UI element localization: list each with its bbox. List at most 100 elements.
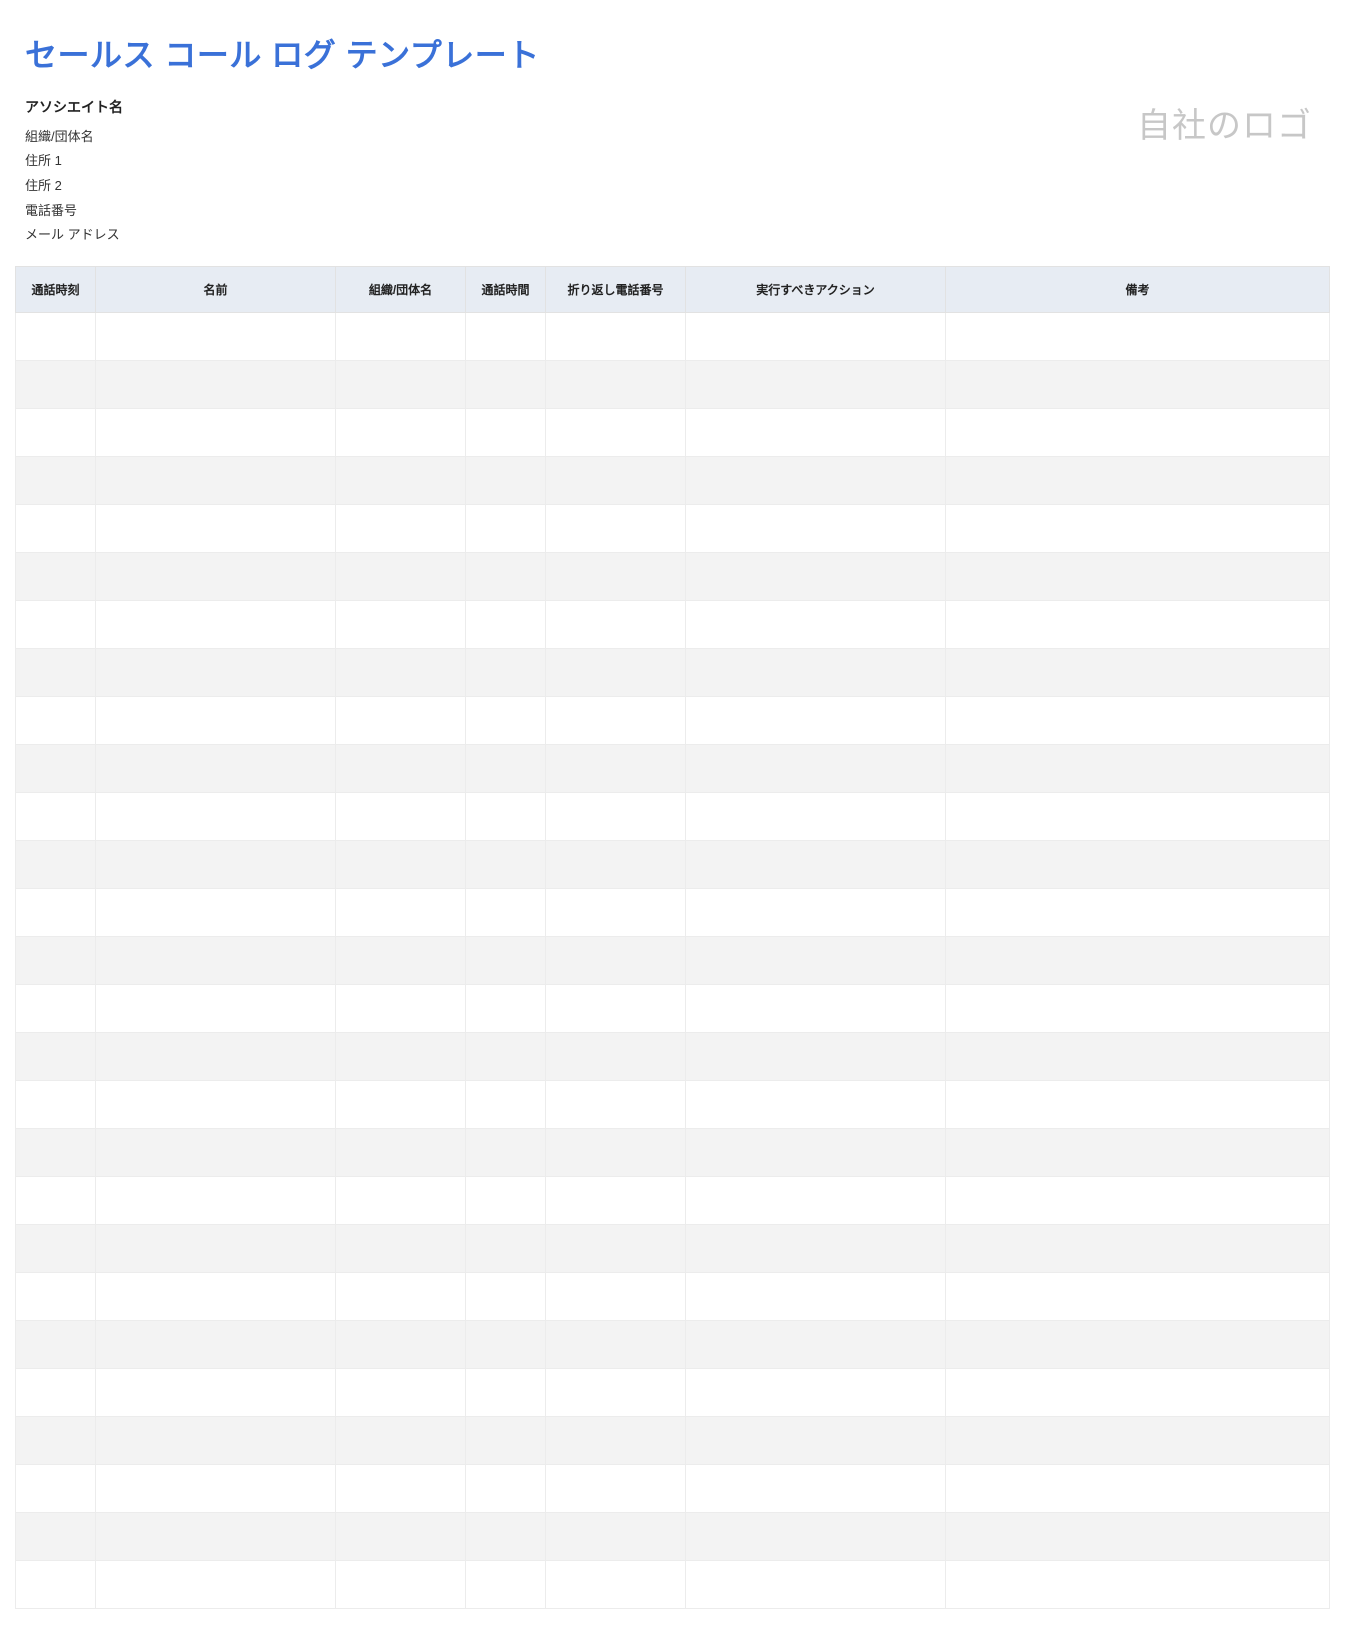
cell-notes[interactable] — [946, 1513, 1330, 1561]
cell-callback[interactable] — [546, 361, 686, 409]
cell-time[interactable] — [16, 1369, 96, 1417]
cell-callback[interactable] — [546, 937, 686, 985]
cell-time[interactable] — [16, 1033, 96, 1081]
cell-duration[interactable] — [466, 1273, 546, 1321]
cell-action[interactable] — [686, 1561, 946, 1609]
cell-time[interactable] — [16, 409, 96, 457]
cell-duration[interactable] — [466, 985, 546, 1033]
cell-action[interactable] — [686, 1273, 946, 1321]
cell-action[interactable] — [686, 601, 946, 649]
cell-org[interactable] — [336, 1225, 466, 1273]
cell-name[interactable] — [96, 889, 336, 937]
cell-notes[interactable] — [946, 457, 1330, 505]
cell-duration[interactable] — [466, 1177, 546, 1225]
cell-callback[interactable] — [546, 841, 686, 889]
cell-duration[interactable] — [466, 1369, 546, 1417]
cell-callback[interactable] — [546, 1225, 686, 1273]
cell-callback[interactable] — [546, 601, 686, 649]
cell-name[interactable] — [96, 1273, 336, 1321]
cell-org[interactable] — [336, 1081, 466, 1129]
cell-action[interactable] — [686, 553, 946, 601]
cell-action[interactable] — [686, 1081, 946, 1129]
cell-action[interactable] — [686, 793, 946, 841]
cell-time[interactable] — [16, 985, 96, 1033]
cell-name[interactable] — [96, 841, 336, 889]
cell-org[interactable] — [336, 361, 466, 409]
cell-org[interactable] — [336, 1033, 466, 1081]
cell-org[interactable] — [336, 1369, 466, 1417]
cell-org[interactable] — [336, 409, 466, 457]
cell-callback[interactable] — [546, 889, 686, 937]
cell-notes[interactable] — [946, 1273, 1330, 1321]
cell-callback[interactable] — [546, 1129, 686, 1177]
cell-duration[interactable] — [466, 1561, 546, 1609]
cell-duration[interactable] — [466, 1513, 546, 1561]
cell-callback[interactable] — [546, 1561, 686, 1609]
cell-org[interactable] — [336, 1273, 466, 1321]
cell-notes[interactable] — [946, 1369, 1330, 1417]
cell-callback[interactable] — [546, 1177, 686, 1225]
cell-name[interactable] — [96, 985, 336, 1033]
cell-notes[interactable] — [946, 313, 1330, 361]
cell-callback[interactable] — [546, 649, 686, 697]
cell-name[interactable] — [96, 1129, 336, 1177]
cell-duration[interactable] — [466, 1129, 546, 1177]
cell-notes[interactable] — [946, 793, 1330, 841]
cell-time[interactable] — [16, 1273, 96, 1321]
cell-action[interactable] — [686, 937, 946, 985]
cell-action[interactable] — [686, 409, 946, 457]
cell-notes[interactable] — [946, 1129, 1330, 1177]
cell-action[interactable] — [686, 1369, 946, 1417]
cell-org[interactable] — [336, 1561, 466, 1609]
cell-notes[interactable] — [946, 409, 1330, 457]
cell-org[interactable] — [336, 937, 466, 985]
cell-time[interactable] — [16, 745, 96, 793]
cell-name[interactable] — [96, 1225, 336, 1273]
cell-name[interactable] — [96, 505, 336, 553]
cell-callback[interactable] — [546, 313, 686, 361]
cell-callback[interactable] — [546, 457, 686, 505]
cell-name[interactable] — [96, 457, 336, 505]
cell-notes[interactable] — [946, 985, 1330, 1033]
cell-time[interactable] — [16, 889, 96, 937]
cell-org[interactable] — [336, 553, 466, 601]
cell-time[interactable] — [16, 1081, 96, 1129]
cell-notes[interactable] — [946, 889, 1330, 937]
cell-callback[interactable] — [546, 745, 686, 793]
cell-action[interactable] — [686, 1177, 946, 1225]
cell-action[interactable] — [686, 697, 946, 745]
cell-action[interactable] — [686, 1417, 946, 1465]
cell-name[interactable] — [96, 1561, 336, 1609]
cell-name[interactable] — [96, 745, 336, 793]
cell-duration[interactable] — [466, 889, 546, 937]
cell-time[interactable] — [16, 697, 96, 745]
cell-callback[interactable] — [546, 1321, 686, 1369]
cell-time[interactable] — [16, 361, 96, 409]
cell-callback[interactable] — [546, 553, 686, 601]
cell-action[interactable] — [686, 745, 946, 793]
cell-callback[interactable] — [546, 1369, 686, 1417]
cell-org[interactable] — [336, 985, 466, 1033]
cell-org[interactable] — [336, 457, 466, 505]
cell-callback[interactable] — [546, 1513, 686, 1561]
cell-time[interactable] — [16, 1561, 96, 1609]
cell-duration[interactable] — [466, 1465, 546, 1513]
cell-notes[interactable] — [946, 1321, 1330, 1369]
cell-duration[interactable] — [466, 1033, 546, 1081]
cell-duration[interactable] — [466, 601, 546, 649]
cell-time[interactable] — [16, 841, 96, 889]
cell-org[interactable] — [336, 745, 466, 793]
cell-duration[interactable] — [466, 313, 546, 361]
cell-callback[interactable] — [546, 409, 686, 457]
cell-time[interactable] — [16, 1225, 96, 1273]
cell-org[interactable] — [336, 841, 466, 889]
cell-callback[interactable] — [546, 1081, 686, 1129]
cell-notes[interactable] — [946, 745, 1330, 793]
cell-notes[interactable] — [946, 1177, 1330, 1225]
cell-action[interactable] — [686, 457, 946, 505]
cell-name[interactable] — [96, 697, 336, 745]
cell-notes[interactable] — [946, 841, 1330, 889]
cell-duration[interactable] — [466, 793, 546, 841]
cell-org[interactable] — [336, 793, 466, 841]
cell-duration[interactable] — [466, 649, 546, 697]
